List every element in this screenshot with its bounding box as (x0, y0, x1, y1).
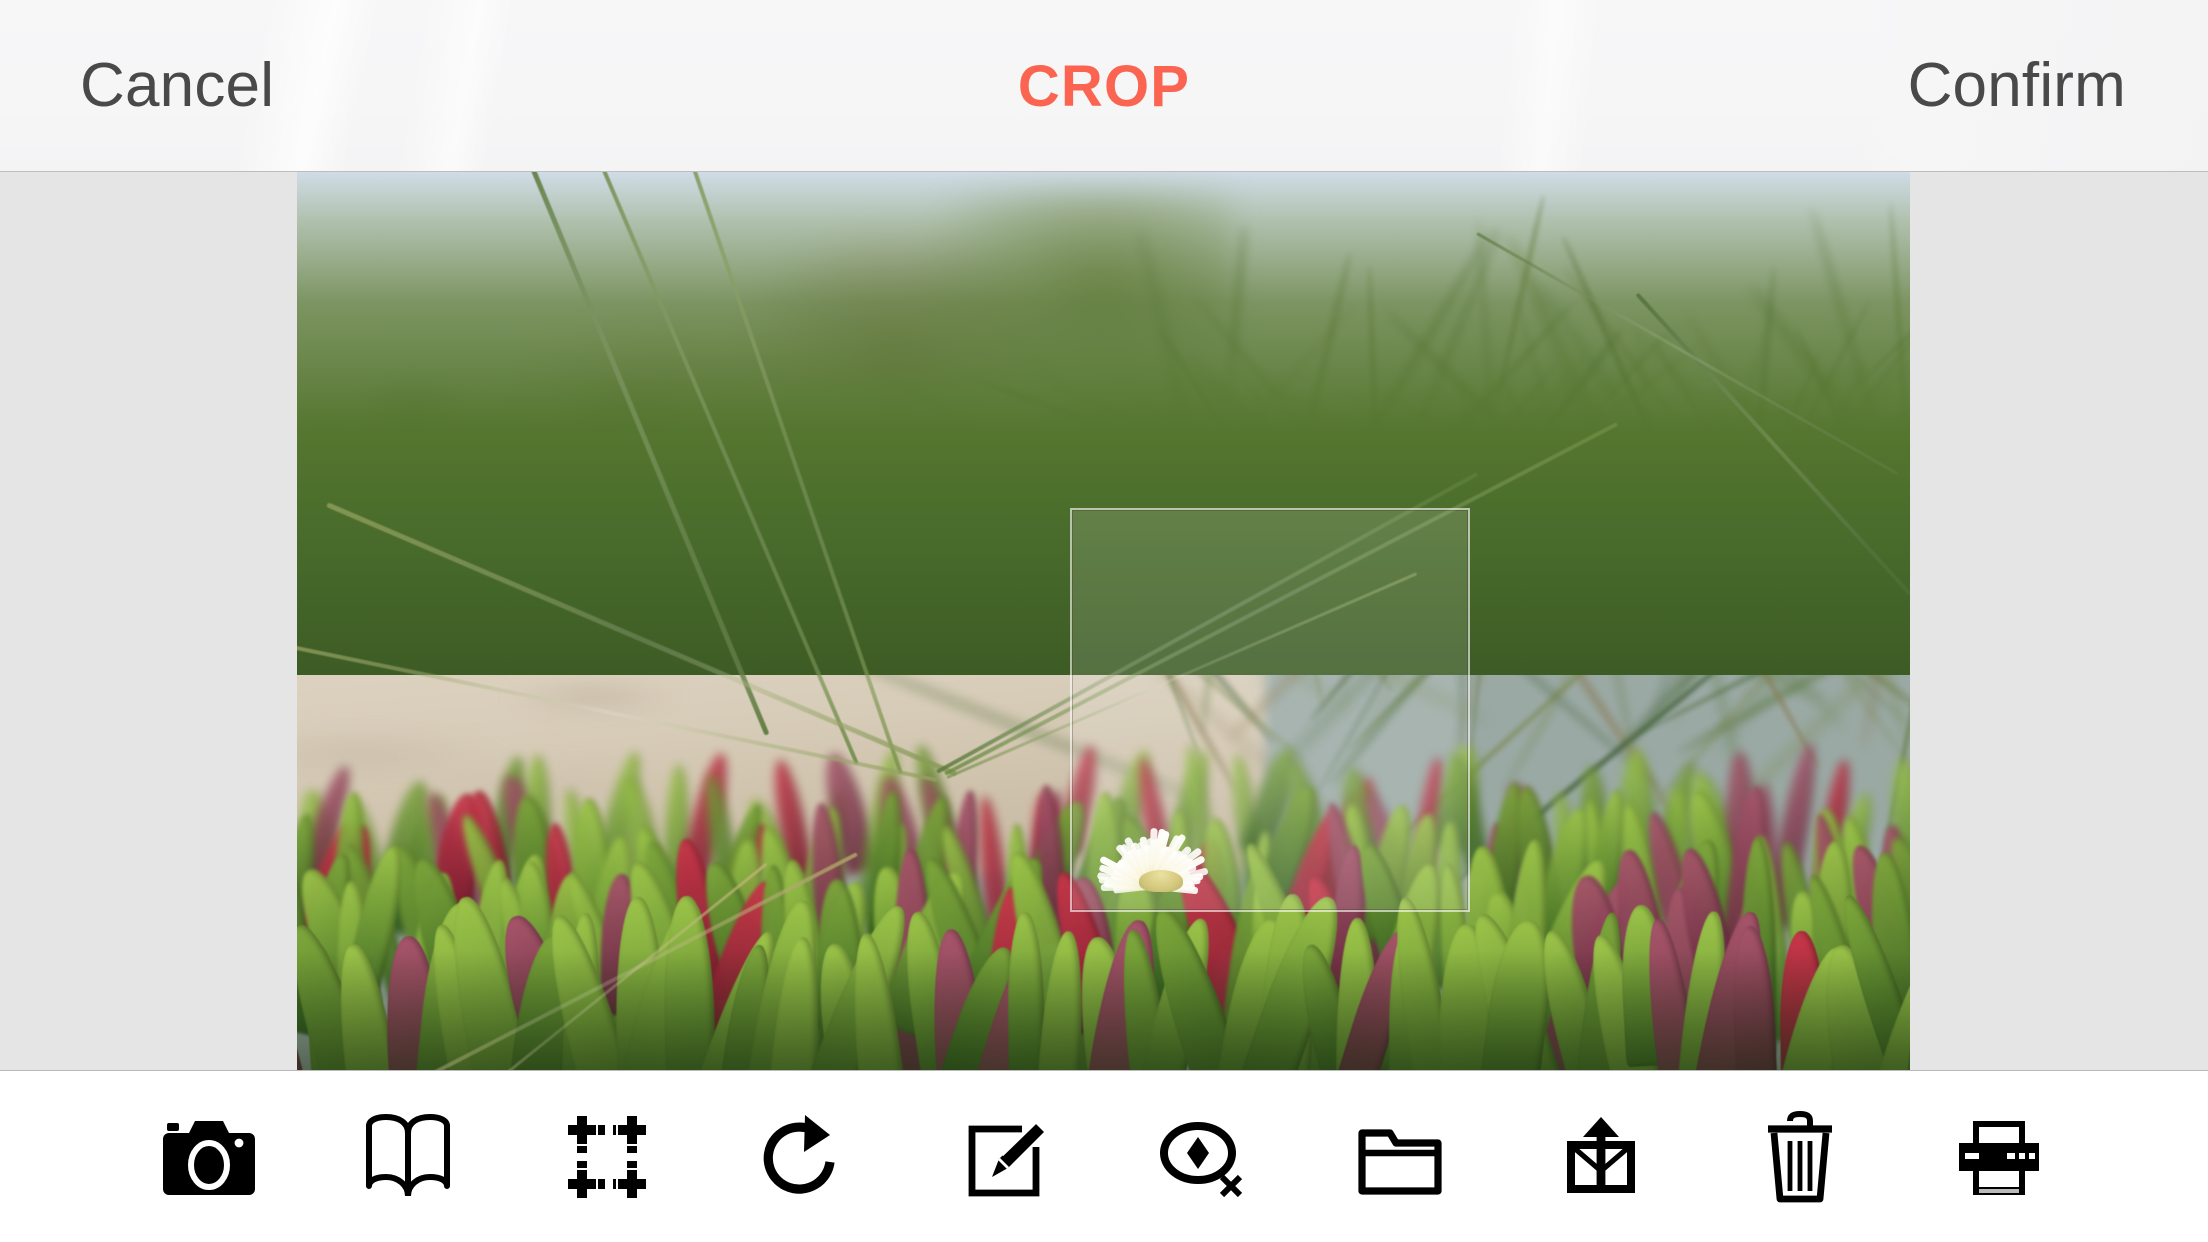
edit-icon[interactable] (905, 1072, 1104, 1242)
trash-icon[interactable] (1700, 1072, 1899, 1242)
book-icon[interactable] (309, 1072, 508, 1242)
crop-icon[interactable] (508, 1072, 707, 1242)
rotate-icon[interactable] (706, 1072, 905, 1242)
crop-selection-rectangle[interactable] (1070, 508, 1470, 912)
folder-icon[interactable] (1303, 1072, 1502, 1242)
bottom-toolbar (0, 1072, 2208, 1242)
print-icon[interactable] (1899, 1072, 2098, 1242)
photo-preview[interactable] (297, 172, 1910, 1070)
crop-screen: Cancel CROP Confirm (0, 0, 2208, 1242)
image-canvas[interactable] (0, 172, 2208, 1071)
camera-icon[interactable] (110, 1072, 309, 1242)
red-eye-icon[interactable] (1104, 1072, 1303, 1242)
confirm-button[interactable]: Confirm (1908, 0, 2126, 172)
header-bar: Cancel CROP Confirm (0, 0, 2208, 172)
export-icon[interactable] (1502, 1072, 1701, 1242)
page-title: CROP (1017, 53, 1191, 119)
